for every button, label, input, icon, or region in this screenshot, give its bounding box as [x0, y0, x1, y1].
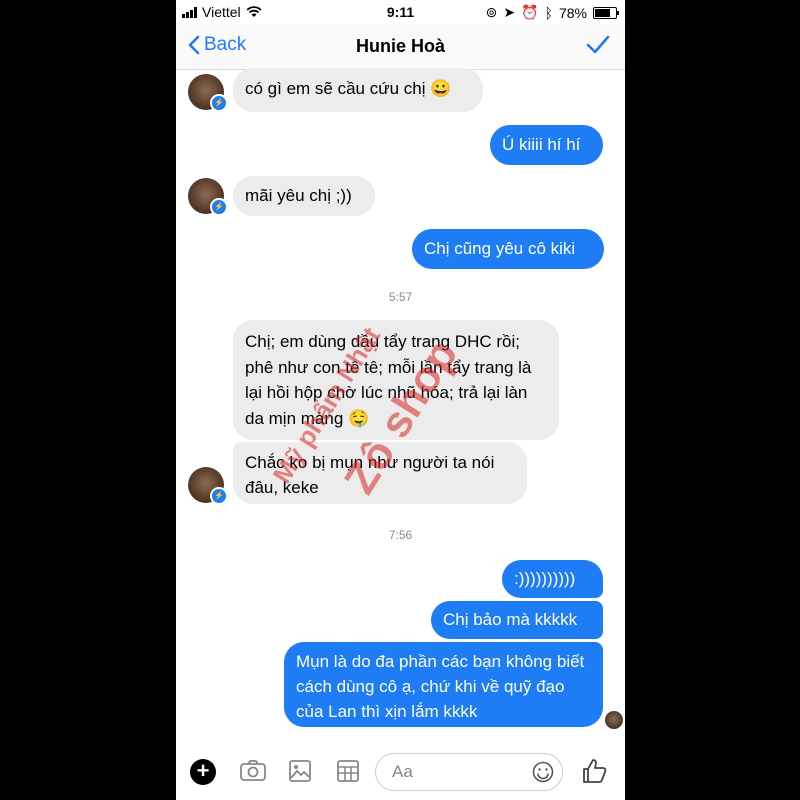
messenger-badge-icon: ⚡	[210, 487, 228, 505]
message-input-placeholder: Aa	[392, 762, 413, 781]
contact-avatar[interactable]: ⚡	[188, 74, 228, 112]
messenger-badge-icon: ⚡	[210, 198, 228, 216]
contact-avatar[interactable]: ⚡	[188, 467, 228, 505]
timestamp: 5:57	[388, 290, 413, 304]
message-composer: + Aa	[176, 745, 625, 800]
battery-percent: 78%	[558, 4, 587, 21]
alarm-icon: ⏰	[521, 4, 539, 20]
read-receipt-avatar	[605, 711, 623, 729]
battery-icon	[593, 6, 619, 19]
navigation-bar: Back Hunie Hoà	[176, 24, 625, 70]
message-bubble[interactable]: có gì em sẽ cầu cứu chị 😀	[233, 68, 483, 112]
conversation-title[interactable]: Hunie Hoà	[176, 36, 625, 57]
emoji-icon[interactable]	[532, 761, 554, 783]
timestamp: 7:56	[388, 528, 413, 542]
checkmark-icon[interactable]	[585, 32, 611, 58]
message-bubble[interactable]: :))))))))))	[502, 560, 603, 598]
messenger-badge-icon: ⚡	[210, 94, 228, 112]
message-bubble[interactable]: Chị cũng yêu cô kiki	[412, 229, 604, 269]
rotation-lock-icon: ⊚	[485, 4, 498, 20]
image-icon[interactable]	[288, 759, 312, 783]
status-bar: Viettel 9:11 ⊚ ➤ ⏰ ᛒ 78%	[176, 0, 625, 24]
thumbs-up-icon[interactable]	[580, 757, 608, 785]
message-bubble[interactable]: Chị bảo mà kkkkk	[431, 601, 603, 639]
plus-icon[interactable]: +	[190, 759, 216, 785]
messenger-screen: Viettel 9:11 ⊚ ➤ ⏰ ᛒ 78% Back Hunie Hoà	[176, 0, 625, 800]
camera-icon[interactable]	[239, 759, 267, 783]
message-input[interactable]: Aa	[375, 753, 563, 791]
bluetooth-icon: ᛒ	[544, 4, 553, 21]
sticker-grid-icon[interactable]	[336, 759, 360, 783]
contact-avatar[interactable]: ⚡	[188, 178, 228, 216]
message-bubble[interactable]: mãi yêu chị ;))	[233, 176, 375, 216]
message-bubble[interactable]: Ú kiiii hí hí	[490, 125, 603, 165]
message-bubble[interactable]: Mụn là do đa phần các bạn không biết các…	[284, 642, 603, 727]
location-icon: ➤	[503, 4, 516, 20]
